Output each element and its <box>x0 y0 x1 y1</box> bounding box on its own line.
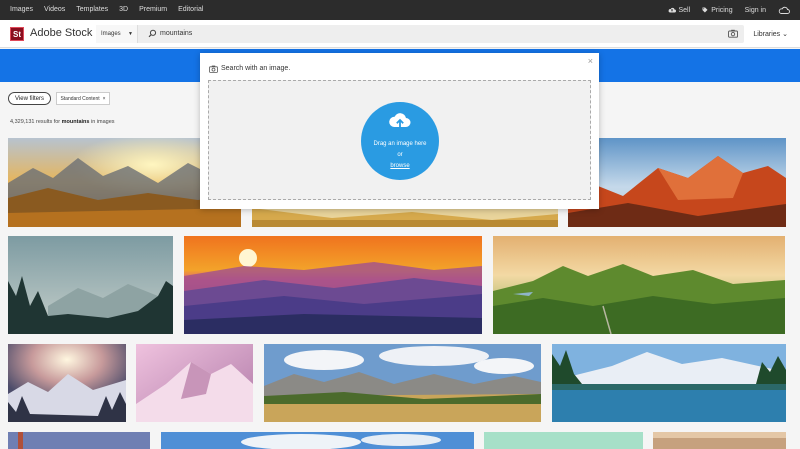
view-filters-button[interactable]: View filters <box>8 92 51 105</box>
results-mid: results for <box>34 119 62 125</box>
nav-templates[interactable]: Templates <box>76 6 108 13</box>
image-tile[interactable] <box>552 344 786 422</box>
close-icon[interactable]: × <box>103 96 106 102</box>
image-tile[interactable] <box>568 138 786 227</box>
chevron-down-icon: ▼ <box>128 31 133 37</box>
nav-premium[interactable]: Premium <box>139 6 167 13</box>
chevron-down-icon: ⌄ <box>782 31 788 38</box>
results-number: 4,329,131 <box>10 119 35 125</box>
upload-circle[interactable]: Drag an image here or browse <box>361 102 439 180</box>
image-tile[interactable] <box>264 344 541 422</box>
filter-chip-label: Standard Content <box>60 95 100 102</box>
image-tile[interactable] <box>136 344 253 422</box>
nav-images[interactable]: Images <box>10 6 33 13</box>
image-tile[interactable] <box>184 236 482 334</box>
golden-field-image <box>252 208 558 227</box>
close-icon[interactable]: × <box>588 56 593 66</box>
logo-text[interactable]: Adobe Stock <box>30 27 92 39</box>
header: St Adobe Stock Images ▼ mountains Librar… <box>0 20 800 48</box>
image-tile[interactable] <box>161 432 474 449</box>
layered-sunset-image <box>184 236 482 334</box>
or-text: or <box>397 152 403 158</box>
image-tile[interactable] <box>493 236 785 334</box>
image-drop-zone[interactable]: Drag an image here or browse <box>208 80 591 200</box>
search-input[interactable]: mountains <box>160 30 192 37</box>
lake-reflection-image <box>552 344 786 422</box>
results-query: mountains <box>61 119 90 125</box>
image-tile[interactable] <box>653 432 786 449</box>
forest-mist-image <box>8 236 173 334</box>
search-bar[interactable]: Images ▼ mountains <box>96 25 744 43</box>
nav-videos[interactable]: Videos <box>44 6 65 13</box>
sell-label: Sell <box>678 6 691 14</box>
image-tile[interactable] <box>484 432 643 449</box>
search-icon <box>148 29 157 38</box>
modal-title: Search with an image. <box>221 65 291 72</box>
nav-editorial[interactable]: Editorial <box>178 6 203 13</box>
pink-peak-image <box>136 344 253 422</box>
drag-image-text: Drag an image here <box>373 141 427 147</box>
nav-3d[interactable]: 3D <box>119 6 128 13</box>
image-tile[interactable] <box>252 208 558 227</box>
search-type-select[interactable]: Images ▼ <box>96 25 138 43</box>
results-suffix: in images <box>89 119 115 125</box>
sell-link[interactable]: Sell <box>668 6 691 14</box>
pricing-link[interactable]: Pricing <box>702 6 733 14</box>
browse-link[interactable]: browse <box>361 163 439 169</box>
cloud-upload-icon <box>668 7 676 13</box>
camera-icon[interactable] <box>728 29 738 38</box>
tag-icon <box>702 7 708 13</box>
partial-image <box>8 432 150 449</box>
partial-image <box>484 432 643 449</box>
snowy-sunburst-image <box>8 344 126 422</box>
image-tile[interactable] <box>8 236 173 334</box>
partial-image <box>653 432 786 449</box>
top-nav: Images Videos Templates 3D Premium Edito… <box>0 0 800 20</box>
partial-image <box>161 432 474 449</box>
camera-icon <box>209 65 218 73</box>
red-mountain-image <box>568 138 786 227</box>
libraries-label: Libraries <box>753 31 781 38</box>
cloud-icon[interactable] <box>778 6 790 14</box>
cloud-upload-icon <box>389 113 411 130</box>
image-tile[interactable] <box>8 344 126 422</box>
top-nav-right: Sell Pricing Sign in <box>668 6 791 14</box>
search-type-value: Images <box>101 31 121 37</box>
results-count: 4,329,131 results for mountains in image… <box>10 119 115 125</box>
green-cliffs-image <box>493 236 785 334</box>
search-by-image-modal: × Search with an image. Drag an image he… <box>200 53 599 209</box>
pricing-label: Pricing <box>711 6 733 14</box>
cloudy-range-image <box>264 344 541 422</box>
image-tile[interactable] <box>8 432 150 449</box>
sign-in-link[interactable]: Sign in <box>745 7 766 14</box>
filter-chip-standard-content[interactable]: Standard Content × <box>56 92 110 105</box>
adobe-stock-logo[interactable]: St <box>10 27 24 41</box>
libraries-menu[interactable]: Libraries ⌄ <box>753 30 788 38</box>
top-nav-links: Images Videos Templates 3D Premium Edito… <box>10 6 203 13</box>
